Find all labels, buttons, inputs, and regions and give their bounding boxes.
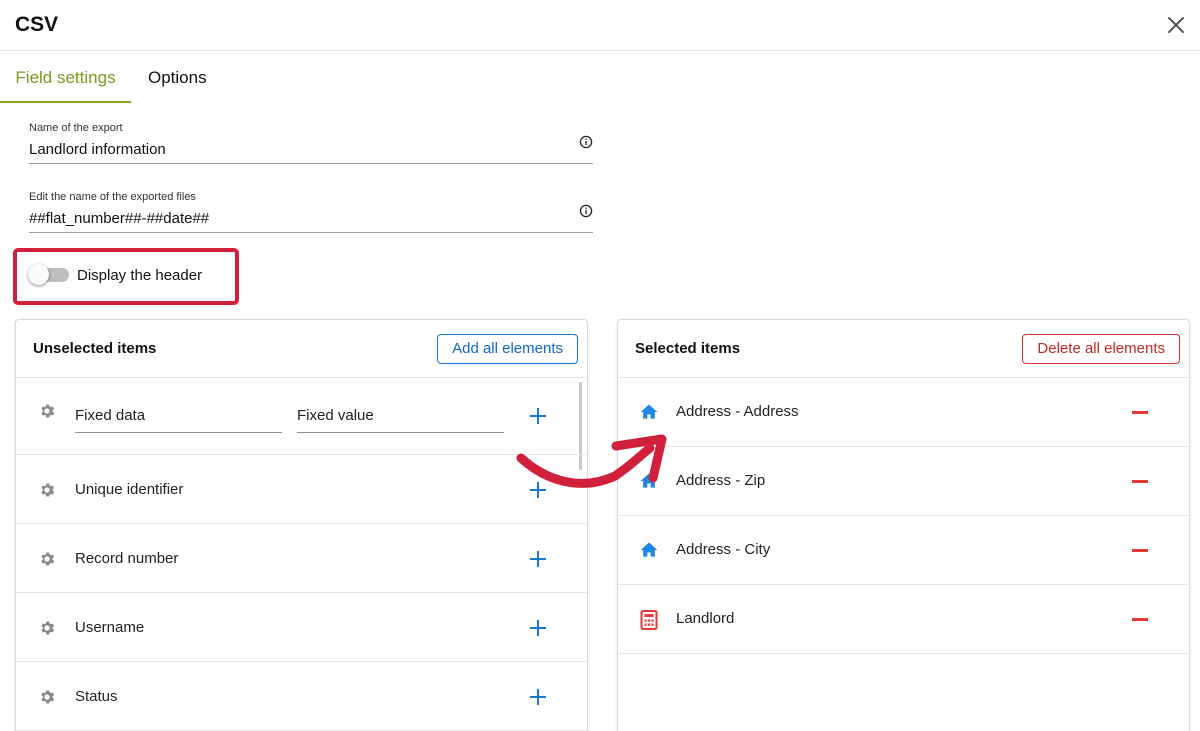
unselected-items-panel: Unselected items Add all elements Fixed … bbox=[15, 319, 588, 731]
selected-panel-header: Selected items Delete all elements bbox=[618, 320, 1189, 378]
selected-item-label: Landlord bbox=[676, 610, 735, 627]
fixed-value-input[interactable]: Fixed value bbox=[297, 404, 504, 433]
add-item-plus-icon[interactable] bbox=[529, 688, 547, 706]
dialog-title-bar: CSV bbox=[0, 0, 1200, 51]
tab-bar: Field settings Options bbox=[0, 52, 1200, 104]
selected-item-label: Address - Address bbox=[676, 403, 799, 420]
tab-field-settings[interactable]: Field settings bbox=[0, 52, 131, 103]
remove-item-minus-icon[interactable] bbox=[1132, 618, 1148, 621]
selected-list-item: Landlord bbox=[618, 585, 1189, 654]
selected-list-item: Address - Address bbox=[618, 378, 1189, 447]
add-all-elements-button[interactable]: Add all elements bbox=[437, 334, 578, 364]
home-icon bbox=[640, 473, 658, 488]
remove-item-minus-icon[interactable] bbox=[1132, 480, 1148, 483]
selected-items-panel: Selected items Delete all elements Addre… bbox=[617, 319, 1190, 731]
unselected-list-item: Record number bbox=[16, 524, 587, 593]
home-icon bbox=[640, 542, 658, 557]
unselected-item-label: Username bbox=[75, 619, 145, 636]
unselected-item-label: Status bbox=[75, 688, 118, 705]
unselected-item-label: Record number bbox=[75, 550, 179, 567]
tab-options[interactable]: Options bbox=[148, 52, 207, 103]
file-name-label: Edit the name of the exported files bbox=[29, 191, 196, 203]
export-name-input[interactable]: Landlord information bbox=[29, 141, 593, 163]
selected-item-label: Address - City bbox=[676, 541, 771, 558]
selected-list-item: Address - Zip bbox=[618, 447, 1189, 516]
close-icon[interactable] bbox=[1164, 13, 1188, 37]
dialog-title: CSV bbox=[15, 13, 59, 36]
toggle-knob[interactable] bbox=[28, 264, 49, 285]
unselected-panel-title: Unselected items bbox=[33, 340, 157, 357]
add-item-plus-icon[interactable] bbox=[529, 550, 547, 568]
gear-icon[interactable] bbox=[38, 550, 56, 568]
gear-icon[interactable] bbox=[38, 619, 56, 637]
add-item-plus-icon[interactable] bbox=[529, 619, 547, 637]
home-icon bbox=[640, 404, 658, 419]
display-header-label: Display the header bbox=[77, 267, 203, 284]
gear-icon[interactable] bbox=[38, 481, 56, 499]
unselected-item-label: Unique identifier bbox=[75, 481, 184, 498]
calculator-icon bbox=[640, 610, 658, 630]
info-icon[interactable] bbox=[579, 135, 593, 149]
file-name-field[interactable]: Edit the name of the exported files ##fl… bbox=[29, 191, 593, 233]
fixed-data-input[interactable]: Fixed data bbox=[75, 404, 282, 433]
fixed-data-row: Fixed data Fixed value bbox=[16, 378, 587, 455]
display-header-toggle[interactable] bbox=[28, 264, 69, 285]
gear-icon[interactable] bbox=[38, 688, 56, 706]
unselected-list-item: Status bbox=[16, 662, 587, 731]
remove-item-minus-icon[interactable] bbox=[1132, 549, 1148, 552]
file-name-input[interactable]: ##flat_number##-##date## bbox=[29, 210, 593, 232]
delete-all-elements-button[interactable]: Delete all elements bbox=[1022, 334, 1180, 364]
unselected-list-item: Unique identifier bbox=[16, 455, 587, 524]
selected-panel-title: Selected items bbox=[635, 340, 741, 357]
add-item-plus-icon[interactable] bbox=[529, 481, 547, 499]
selected-item-label: Address - Zip bbox=[676, 472, 766, 489]
selected-list-item: Address - City bbox=[618, 516, 1189, 585]
unselected-panel-header: Unselected items Add all elements bbox=[16, 320, 587, 378]
export-name-field[interactable]: Name of the export Landlord information bbox=[29, 122, 593, 164]
info-icon[interactable] bbox=[579, 204, 593, 218]
remove-item-minus-icon[interactable] bbox=[1132, 411, 1148, 414]
add-item-plus-icon[interactable] bbox=[529, 407, 547, 425]
export-name-label: Name of the export bbox=[29, 122, 123, 134]
unselected-list-item: Username bbox=[16, 593, 587, 662]
gear-icon[interactable] bbox=[38, 402, 56, 420]
